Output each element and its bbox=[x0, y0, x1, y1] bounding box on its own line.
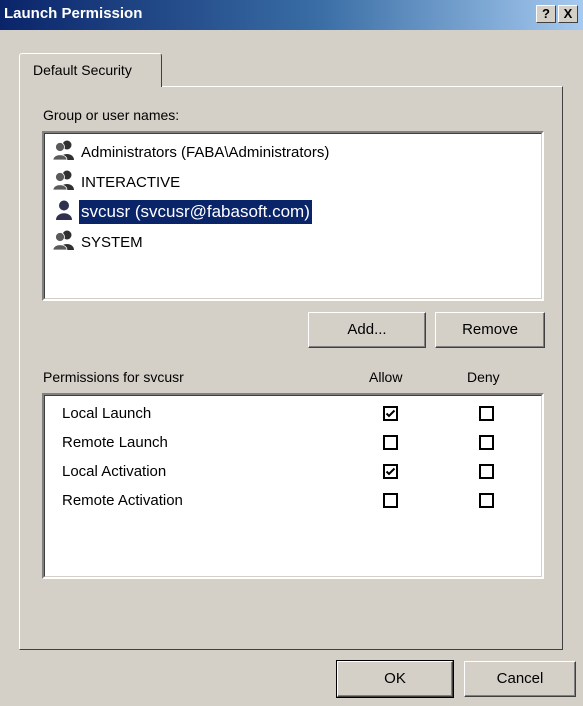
group-icon bbox=[52, 169, 79, 195]
user-icon bbox=[52, 199, 79, 225]
group-icon bbox=[52, 139, 79, 165]
deny-checkbox[interactable] bbox=[479, 435, 494, 450]
permissions-label: Permissions for svcusr bbox=[43, 369, 184, 385]
group-names-label: Group or user names: bbox=[43, 107, 180, 123]
permission-name: Local Launch bbox=[62, 405, 152, 422]
close-button[interactable]: X bbox=[558, 5, 578, 23]
permission-name: Remote Activation bbox=[62, 492, 183, 509]
ok-button[interactable]: OK bbox=[336, 660, 454, 698]
deny-checkbox[interactable] bbox=[479, 406, 494, 421]
user-name: svcusr (svcusr@fabasoft.com) bbox=[79, 200, 312, 224]
deny-checkbox[interactable] bbox=[479, 493, 494, 508]
remove-button[interactable]: Remove bbox=[435, 312, 545, 348]
allow-checkbox[interactable] bbox=[383, 406, 398, 421]
help-button[interactable]: ? bbox=[536, 5, 556, 23]
launch-permission-dialog: Launch Permission ? X Default Security G… bbox=[0, 0, 583, 706]
permission-name: Remote Launch bbox=[62, 434, 168, 451]
user-list-item[interactable]: Administrators (FABA\Administrators) bbox=[52, 139, 331, 165]
cancel-button[interactable]: Cancel bbox=[464, 661, 576, 697]
permission-name: Local Activation bbox=[62, 463, 167, 480]
tab-label: Default Security bbox=[33, 62, 132, 78]
allow-header: Allow bbox=[369, 369, 403, 385]
allow-checkbox[interactable] bbox=[383, 493, 398, 508]
user-list-item[interactable]: INTERACTIVE bbox=[52, 169, 182, 195]
permissions-list: Local Launch Remote Launch Local Activatio… bbox=[42, 393, 544, 579]
group-user-list[interactable]: Administrators (FABA\Administrators) INTE… bbox=[42, 131, 544, 301]
user-name: Administrators (FABA\Administrators) bbox=[81, 143, 330, 161]
tab-default-security[interactable]: Default Security bbox=[19, 53, 162, 87]
allow-checkbox[interactable] bbox=[383, 435, 398, 450]
allow-checkbox[interactable] bbox=[383, 464, 398, 479]
group-icon bbox=[52, 229, 79, 255]
window-title: Launch Permission bbox=[4, 5, 143, 22]
add-button[interactable]: Add... bbox=[308, 312, 426, 348]
user-name: SYSTEM bbox=[81, 233, 143, 251]
title-bar[interactable]: Launch Permission ? X bbox=[0, 0, 583, 30]
user-list-item[interactable]: svcusr (svcusr@fabasoft.com) bbox=[52, 199, 312, 225]
deny-header: Deny bbox=[467, 369, 500, 385]
user-name: INTERACTIVE bbox=[81, 173, 181, 191]
user-list-item[interactable]: SYSTEM bbox=[52, 229, 145, 255]
deny-checkbox[interactable] bbox=[479, 464, 494, 479]
